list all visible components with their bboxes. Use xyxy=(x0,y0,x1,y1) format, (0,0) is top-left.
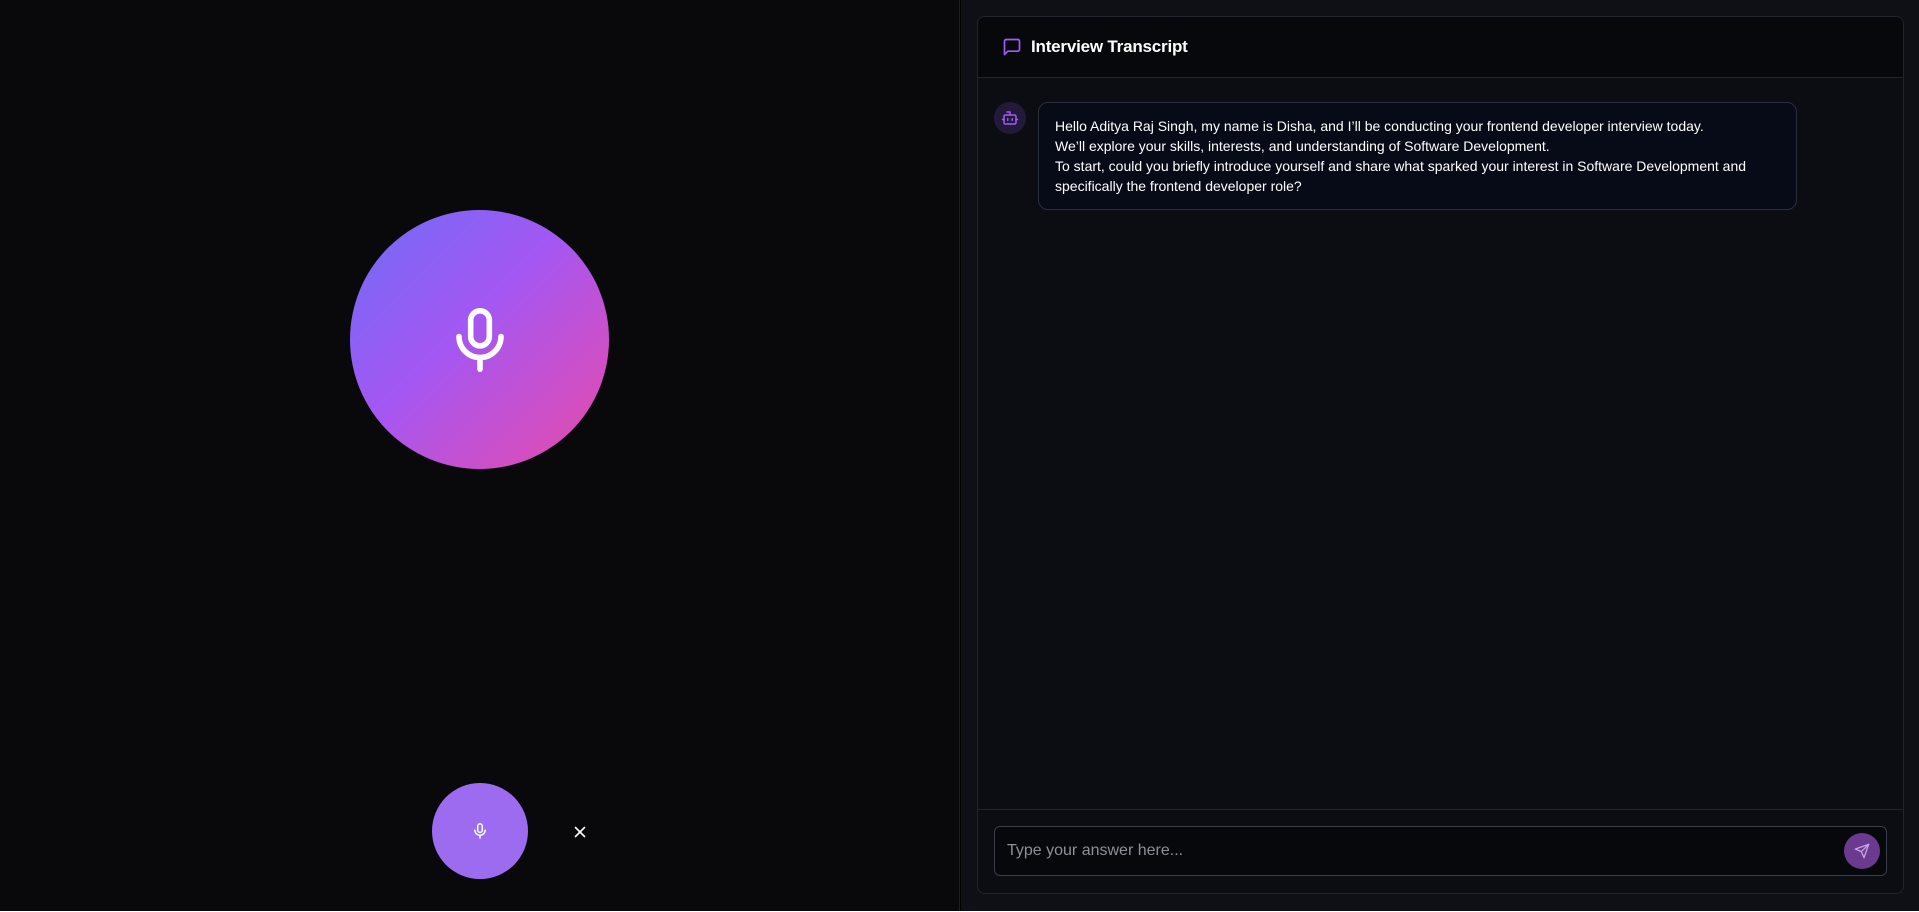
message-square-icon xyxy=(1002,37,1022,57)
message-bubble: Hello Aditya Raj Singh, my name is Disha… xyxy=(1038,102,1797,210)
bot-avatar xyxy=(994,102,1026,134)
app-window: Interview Transcript Hello Aditya Raj Si… xyxy=(0,0,1919,912)
message-list: Hello Aditya Raj Singh, my name is Disha… xyxy=(978,79,1903,827)
end-interview-button[interactable] xyxy=(566,818,594,846)
microphone-icon xyxy=(452,307,508,373)
message-line: Hello Aditya Raj Singh, my name is Disha… xyxy=(1055,118,1704,134)
message-line: We’ll explore your skills, interests, an… xyxy=(1055,138,1550,154)
answer-composer xyxy=(978,809,1903,893)
microphone-icon xyxy=(473,823,487,839)
message-line: To start, could you briefly introduce yo… xyxy=(1055,158,1747,194)
bot-icon xyxy=(1001,109,1019,127)
transcript-title: Interview Transcript xyxy=(1031,37,1188,56)
bot-message: Hello Aditya Raj Singh, my name is Disha… xyxy=(994,102,1797,210)
voice-orb xyxy=(350,210,609,469)
send-icon xyxy=(1854,843,1870,859)
close-icon xyxy=(574,826,586,838)
transcript-panel: Interview Transcript Hello Aditya Raj Si… xyxy=(977,16,1904,894)
voice-panel xyxy=(0,0,960,911)
send-button[interactable] xyxy=(1844,833,1880,869)
transcript-pane: Interview Transcript Hello Aditya Raj Si… xyxy=(961,0,1919,911)
transcript-header: Interview Transcript xyxy=(978,17,1903,78)
answer-input[interactable] xyxy=(995,827,1886,875)
mic-toggle-button[interactable] xyxy=(432,783,528,879)
answer-box xyxy=(994,826,1887,876)
